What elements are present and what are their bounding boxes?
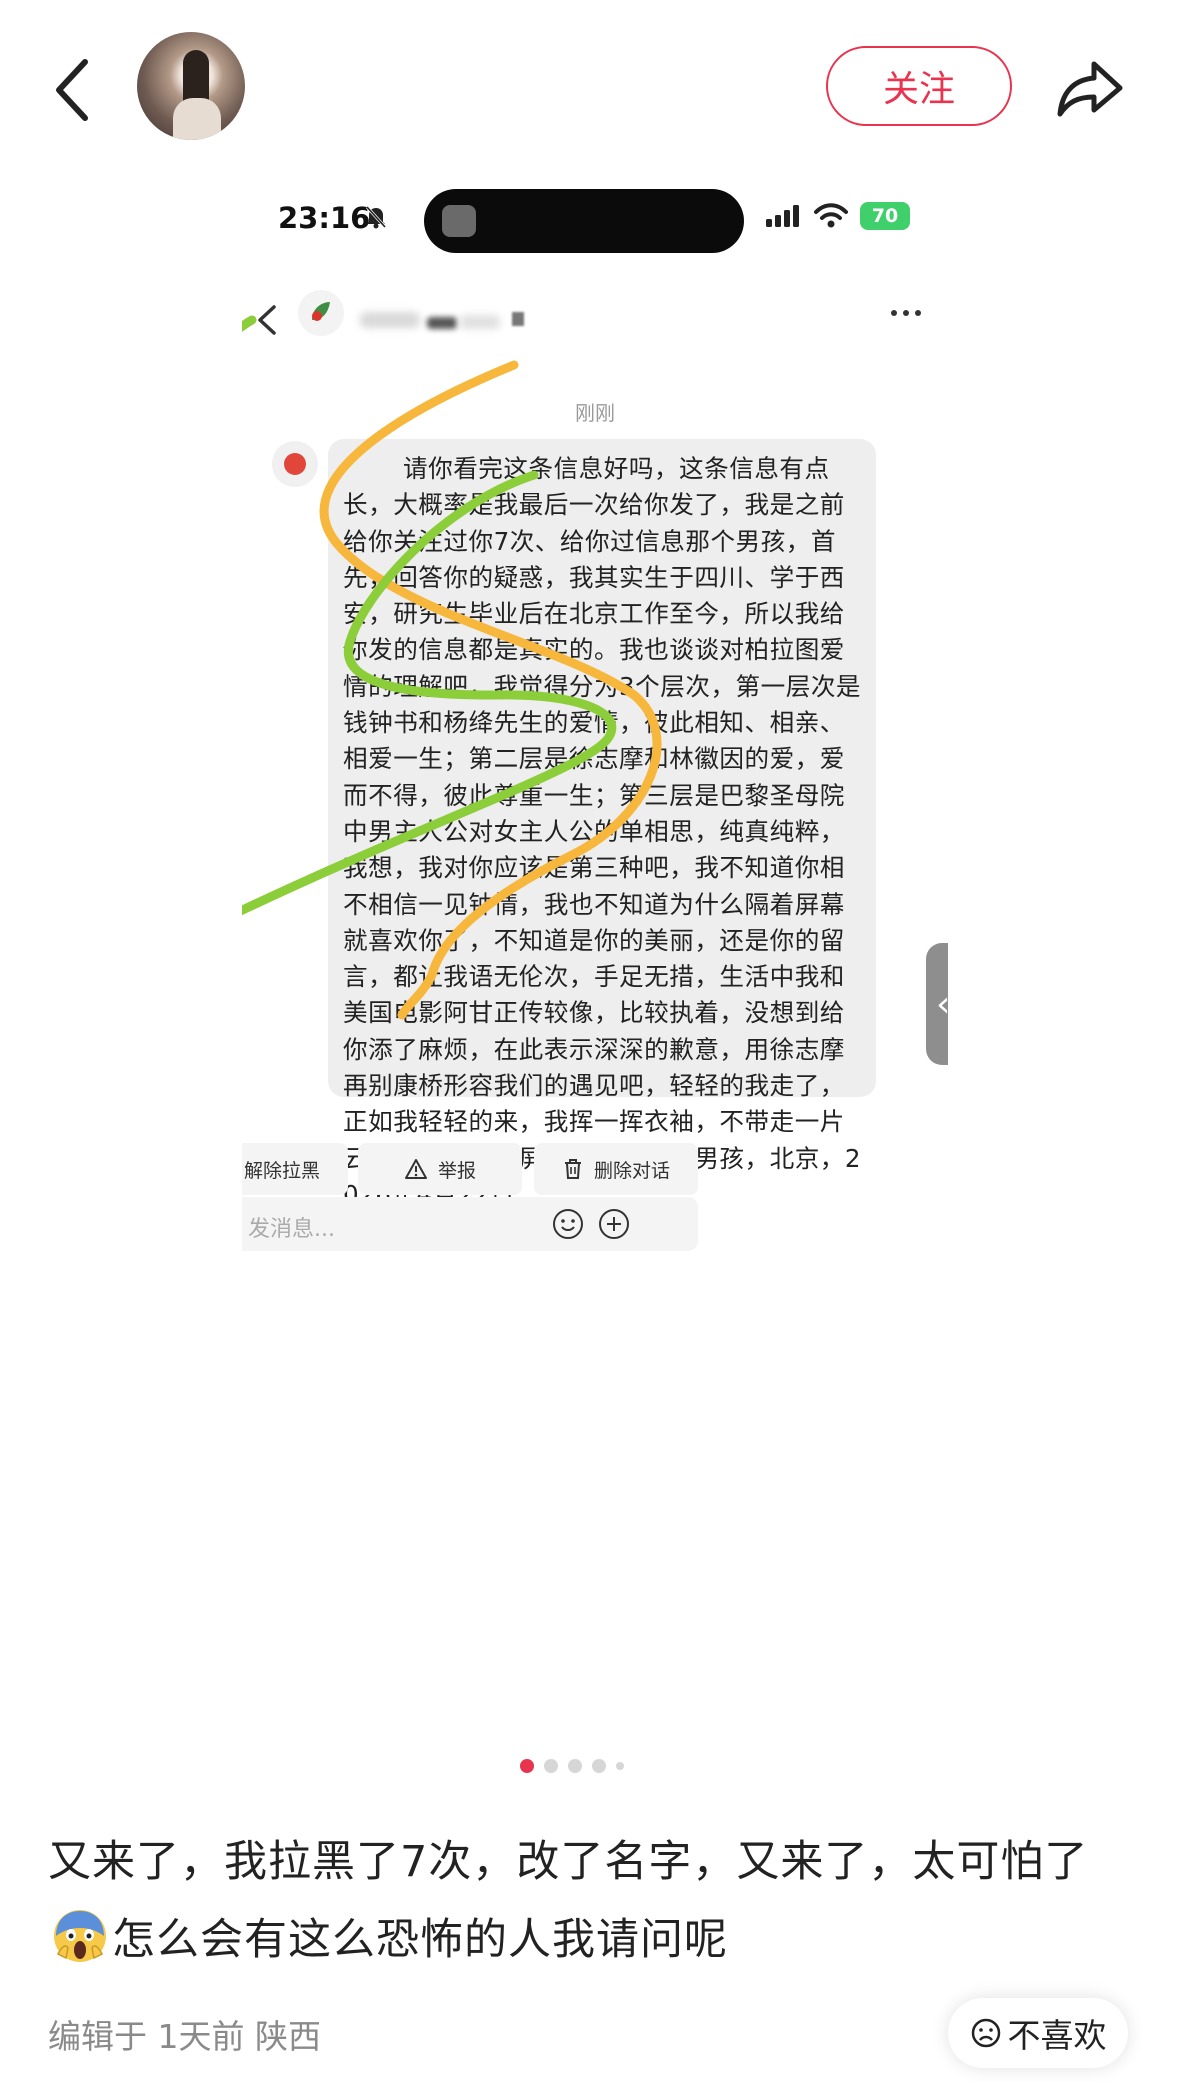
chevron-left-icon [258,305,276,335]
delete-chat-button[interactable]: 删除对话 [534,1143,698,1195]
wifi-icon [814,203,848,228]
share-button[interactable] [1052,50,1128,126]
chat-back-button[interactable] [248,295,288,345]
delete-chat-label: 删除对话 [593,1159,670,1182]
carousel-dot[interactable] [520,1759,534,1773]
side-panel-tab[interactable]: ‹ [926,943,948,1065]
more-button[interactable] [882,295,930,331]
frown-icon [971,2018,1000,2048]
chat-actions: 解除拉黑 举报 删除对话 [242,1143,948,1195]
emoji-icon[interactable] [552,1208,584,1240]
battery-icon: 70 [860,202,910,230]
leaf-icon [312,302,330,321]
caption-text-1: 又来了，我拉黑了7次，改了名字，又来了，太可怕了 [48,1837,1089,1887]
unblock-label: 解除拉黑 [243,1159,320,1182]
carousel-dot[interactable] [616,1762,624,1770]
chevron-left-icon: ‹ [936,987,948,1023]
trash-icon [564,1159,581,1179]
carousel-dot[interactable] [592,1759,606,1773]
signal-icon [766,205,799,227]
contact-avatar[interactable] [298,290,344,336]
message-input[interactable]: 发消息... [248,1211,335,1243]
scream-emoji-icon [54,1910,106,1962]
back-button[interactable] [45,50,105,130]
top-bar: 关注 [0,0,1179,175]
post-meta: 编辑于 1天前 陕西 [48,2017,321,2056]
status-time: 23:16 [278,201,371,235]
report-label: 举报 [437,1159,476,1182]
follow-button[interactable]: 关注 [826,46,1012,126]
dislike-button[interactable]: 不喜欢 [948,1998,1128,2068]
post-caption: 又来了，我拉黑了7次，改了名字，又来了，太可怕了 怎么会有这么恐怖的人我请问呢 [48,1823,1128,1979]
message-timestamp: 刚刚 [575,401,615,425]
post-image-screenshot[interactable]: 23:16 70 刚刚 请你看完这条信息好吗，这条信息有点长，大概率是我最后一次… [242,175,948,1685]
author-avatar[interactable] [137,32,245,140]
sender-avatar[interactable] [272,441,318,487]
carousel-dot[interactable] [544,1759,558,1773]
share-arrow-icon [1057,61,1123,117]
dislike-label: 不喜欢 [1007,2016,1107,2055]
carousel-indicator [520,1758,624,1774]
message-text: 请你看完这条信息好吗，这条信息有点长，大概率是我最后一次给你发了，我是之前给你关… [343,454,862,1209]
dynamic-island [424,189,744,253]
bell-muted-icon [365,205,387,229]
warning-icon [404,1159,427,1179]
more-dots-icon [891,310,921,316]
chevron-left-icon [56,59,88,121]
blurred-contact-name [360,312,420,328]
unblock-button[interactable]: 解除拉黑 [242,1143,348,1195]
plus-icon[interactable] [598,1208,630,1240]
caption-text-2: 怎么会有这么恐怖的人我请问呢 [112,1915,728,1965]
message-input-bar: 发消息... [242,1197,698,1251]
carousel-dot[interactable] [568,1759,582,1773]
speaker-icon [442,205,476,237]
report-button[interactable]: 举报 [358,1143,522,1195]
